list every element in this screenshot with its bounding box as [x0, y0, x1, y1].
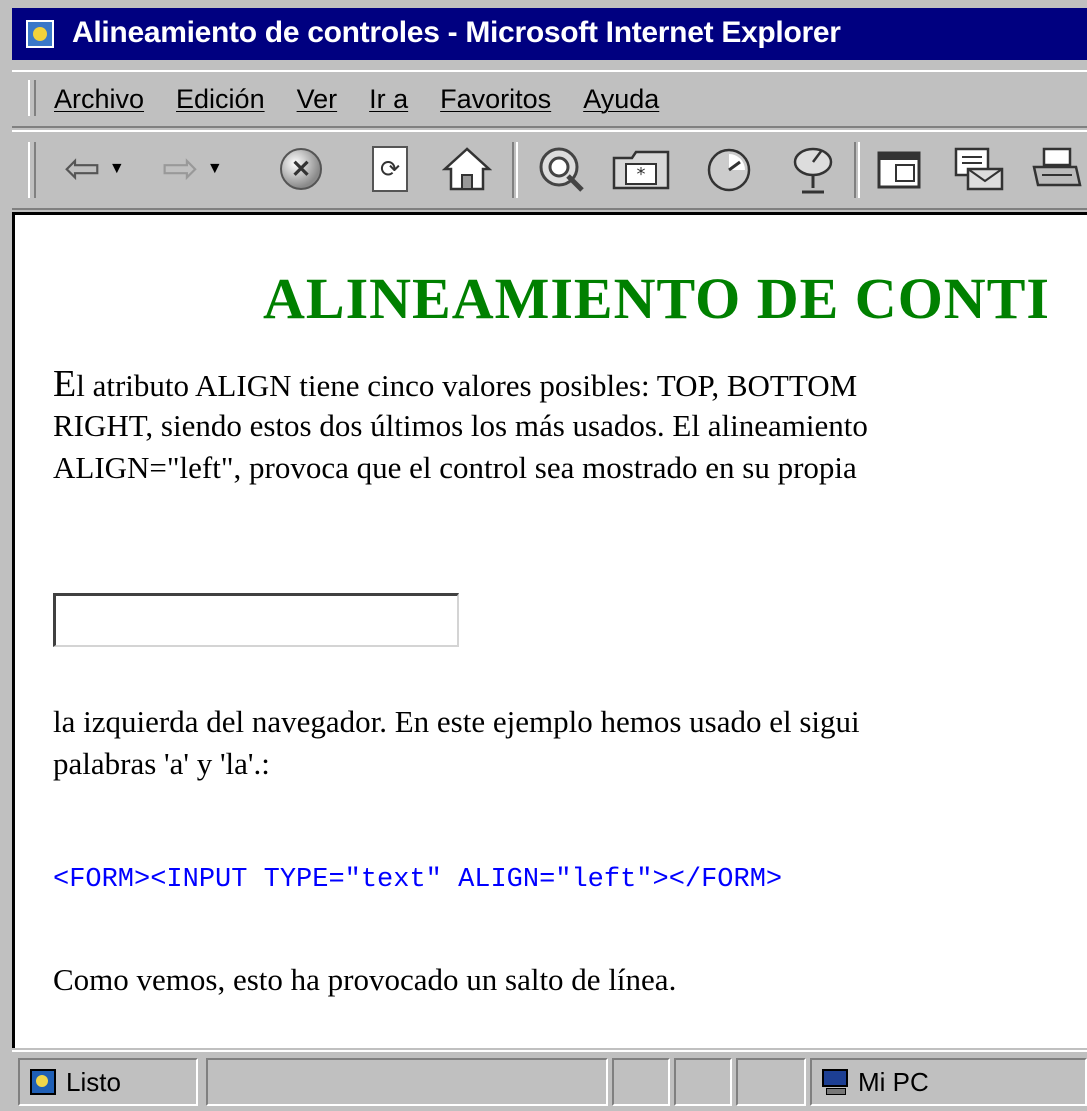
channels-icon	[793, 147, 833, 194]
paragraph-1-line-3: ALIGN="left", provoca que el control sea…	[53, 450, 857, 485]
zone-text: Mi PC	[858, 1066, 929, 1097]
page-heading: ALINEAMIENTO DE CONTI	[263, 266, 1050, 331]
paragraph-1-line-1-text: l atributo ALIGN tiene cinco valores pos…	[76, 368, 858, 403]
window-title: Alineamiento de controles - Microsoft In…	[72, 16, 841, 49]
page-status-icon	[30, 1069, 56, 1095]
paragraph-2-line-2: palabras 'a' y 'la'.:	[53, 746, 270, 781]
menu-favoritos[interactable]: Favoritos	[440, 84, 551, 115]
standard-toolbar: ⇦ ▼ ⇨ ▼ ✕ ⟳ *	[12, 130, 1087, 210]
stop-icon: ✕	[280, 148, 322, 190]
page-content: ALINEAMIENTO DE CONTI El atributo ALIGN …	[12, 212, 1087, 1048]
status-panel-empty-1	[612, 1058, 670, 1106]
toolbar-grip[interactable]	[28, 142, 36, 198]
paragraph-3: Como vemos, esto ha provocado un salto d…	[53, 962, 677, 997]
status-panel-zone: Mi PC	[810, 1058, 1087, 1106]
computer-icon	[822, 1069, 848, 1095]
home-button[interactable]	[442, 140, 492, 198]
svg-text:*: *	[637, 164, 646, 185]
forward-arrow-icon: ⇨	[162, 144, 199, 193]
stop-button[interactable]: ✕	[280, 140, 322, 198]
mail-icon	[954, 147, 1004, 191]
fullscreen-button[interactable]	[876, 140, 922, 198]
favorites-icon: *	[612, 150, 670, 190]
dropcap-letter: E	[53, 363, 77, 405]
title-bar[interactable]: Alineamiento de controles - Microsoft In…	[12, 8, 1087, 60]
print-button[interactable]	[1030, 140, 1082, 198]
paragraph-2-line-1: la izquierda del navegador. En este ejem…	[53, 704, 860, 739]
menu-archivo[interactable]: Archivo	[54, 84, 144, 115]
status-panel-empty-3	[736, 1058, 806, 1106]
menu-ver[interactable]: Ver	[297, 84, 338, 115]
menubar-grip[interactable]	[28, 80, 36, 116]
menu-edicion[interactable]: Edición	[176, 84, 265, 115]
history-button[interactable]	[702, 140, 760, 198]
home-icon	[442, 147, 492, 191]
refresh-button[interactable]: ⟳	[372, 140, 408, 198]
forward-dropdown-icon[interactable]: ▼	[207, 160, 223, 178]
back-button[interactable]: ⇦ ▼	[64, 140, 125, 198]
search-icon	[539, 147, 584, 192]
toolbar-separator	[854, 142, 860, 198]
print-icon	[1032, 147, 1082, 187]
favorites-button[interactable]: *	[612, 140, 670, 198]
paragraph-1-line-2: RIGHT, siendo estos dos últimos los más …	[53, 408, 868, 443]
search-button[interactable]	[534, 140, 588, 198]
status-panel-main: Listo	[18, 1058, 198, 1106]
menu-bar: Archivo Edición Ver Ir a Favoritos Ayuda	[12, 70, 1087, 128]
fullscreen-icon	[877, 151, 921, 189]
mail-button[interactable]	[952, 140, 1006, 198]
status-panel-progress	[206, 1058, 608, 1106]
forward-button[interactable]: ⇨ ▼	[162, 140, 223, 198]
menu-items: Archivo Edición Ver Ir a Favoritos Ayuda	[54, 84, 659, 115]
demo-text-input[interactable]	[53, 593, 459, 647]
status-panel-empty-2	[674, 1058, 732, 1106]
back-dropdown-icon[interactable]: ▼	[109, 160, 125, 178]
back-arrow-icon: ⇦	[64, 144, 101, 193]
channels-button[interactable]	[788, 140, 838, 198]
status-bar: Listo Mi PC	[12, 1050, 1087, 1111]
menu-ayuda[interactable]: Ayuda	[583, 84, 659, 115]
paragraph-1-line-1: El atributo ALIGN tiene cinco valores po…	[53, 363, 857, 407]
ie-page-icon	[26, 20, 54, 48]
refresh-icon: ⟳	[372, 146, 408, 192]
status-text: Listo	[66, 1066, 121, 1097]
menu-ir-a[interactable]: Ir a	[369, 84, 408, 115]
toolbar-separator	[512, 142, 518, 198]
history-icon	[707, 148, 751, 192]
code-sample: <FORM><INPUT TYPE="text" ALIGN="left"></…	[53, 865, 783, 895]
